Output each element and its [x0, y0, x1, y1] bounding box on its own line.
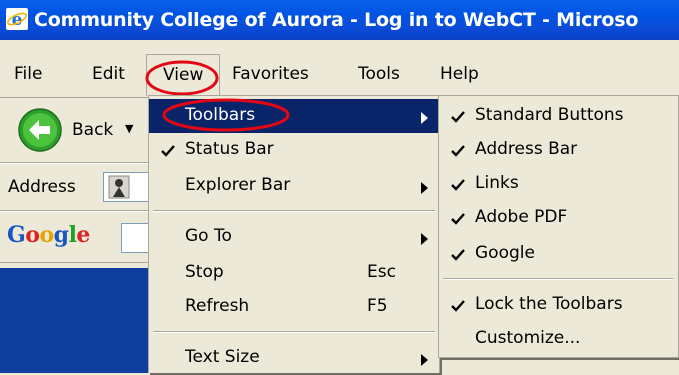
- submenu-arrow-icon: [421, 351, 429, 371]
- view-menu-item-status-bar[interactable]: Status Bar: [149, 133, 439, 167]
- menu-item-label: Stop: [185, 262, 224, 282]
- page-content: [0, 268, 150, 373]
- check-icon: [451, 109, 465, 129]
- submenu-item-google[interactable]: Google: [439, 237, 675, 271]
- toolbar-divider: [0, 211, 150, 212]
- submenu-arrow-icon: [421, 230, 429, 250]
- window-titlebar[interactable]: e Community College of Aurora - Log in t…: [0, 0, 679, 40]
- submenu-arrow-icon: [421, 179, 429, 199]
- view-menu-item-stop[interactable]: Stop Esc: [149, 256, 439, 290]
- back-arrow-icon[interactable]: [17, 107, 63, 158]
- toolbars-submenu: Standard Buttons Address Bar Links Adobe…: [438, 95, 679, 358]
- check-icon: [451, 298, 465, 318]
- menu-view[interactable]: View: [146, 54, 220, 96]
- submenu-item-lock-toolbars[interactable]: Lock the Toolbars: [439, 288, 675, 322]
- menu-separator: [443, 278, 673, 280]
- view-menu-item-text-size[interactable]: Text Size: [149, 341, 439, 375]
- menu-item-label: Standard Buttons: [475, 105, 624, 125]
- submenu-item-adobe-pdf[interactable]: Adobe PDF: [439, 201, 675, 235]
- menu-item-label: Refresh: [185, 296, 250, 316]
- google-logo: Google: [7, 222, 90, 248]
- address-label: Address: [8, 177, 76, 197]
- toolbar-divider: [0, 163, 150, 164]
- submenu-item-standard-buttons[interactable]: Standard Buttons: [439, 99, 675, 133]
- menu-edit[interactable]: Edit: [92, 64, 125, 84]
- view-menu: Toolbars Status Bar Explorer Bar Go To S…: [148, 95, 440, 373]
- view-menu-item-toolbars[interactable]: Toolbars: [149, 99, 439, 133]
- check-icon: [451, 211, 465, 231]
- menu-item-label: Lock the Toolbars: [475, 294, 623, 314]
- view-menu-item-refresh[interactable]: Refresh F5: [149, 290, 439, 324]
- menu-separator: [153, 210, 435, 212]
- submenu-item-links[interactable]: Links: [439, 167, 675, 201]
- address-input[interactable]: [103, 172, 151, 202]
- view-menu-item-explorer-bar[interactable]: Explorer Bar: [149, 169, 439, 203]
- check-icon: [451, 247, 465, 267]
- menu-item-label: Go To: [185, 226, 232, 246]
- submenu-item-customize[interactable]: Customize...: [439, 322, 675, 356]
- submenu-item-address-bar[interactable]: Address Bar: [439, 133, 675, 167]
- submenu-arrow-icon: [421, 109, 429, 129]
- back-dropdown-icon[interactable]: ▼: [125, 122, 133, 135]
- menu-item-label: Adobe PDF: [475, 207, 568, 227]
- menu-separator: [153, 331, 435, 333]
- check-icon: [161, 143, 175, 163]
- google-search-input[interactable]: [121, 223, 151, 253]
- menu-item-label: Toolbars: [185, 105, 256, 125]
- menu-item-label: Address Bar: [475, 139, 578, 159]
- menu-item-label: Customize...: [475, 328, 581, 348]
- menu-item-label: Text Size: [185, 347, 260, 367]
- toolbar-divider: [0, 262, 150, 263]
- shortcut-label: F5: [367, 296, 388, 316]
- back-button-label[interactable]: Back: [72, 120, 113, 140]
- menu-item-label: Links: [475, 173, 519, 193]
- menu-favorites[interactable]: Favorites: [232, 64, 309, 84]
- menu-view-label: View: [163, 65, 204, 85]
- window-title: Community College of Aurora - Log in to …: [34, 9, 639, 31]
- toolbar-divider: [0, 97, 150, 98]
- check-icon: [451, 177, 465, 197]
- menu-help[interactable]: Help: [440, 64, 479, 84]
- menu-bar: File Edit Favorites Tools Help: [0, 54, 679, 94]
- menu-item-label: Explorer Bar: [185, 175, 291, 195]
- menu-item-label: Status Bar: [185, 139, 274, 159]
- menu-file[interactable]: File: [14, 64, 42, 84]
- view-menu-item-go-to[interactable]: Go To: [149, 220, 439, 254]
- shortcut-label: Esc: [367, 262, 396, 282]
- menu-tools[interactable]: Tools: [358, 64, 400, 84]
- ie-icon: e: [6, 8, 28, 35]
- page-favicon-icon: [108, 175, 130, 199]
- check-icon: [451, 143, 465, 163]
- menu-item-label: Google: [475, 243, 535, 263]
